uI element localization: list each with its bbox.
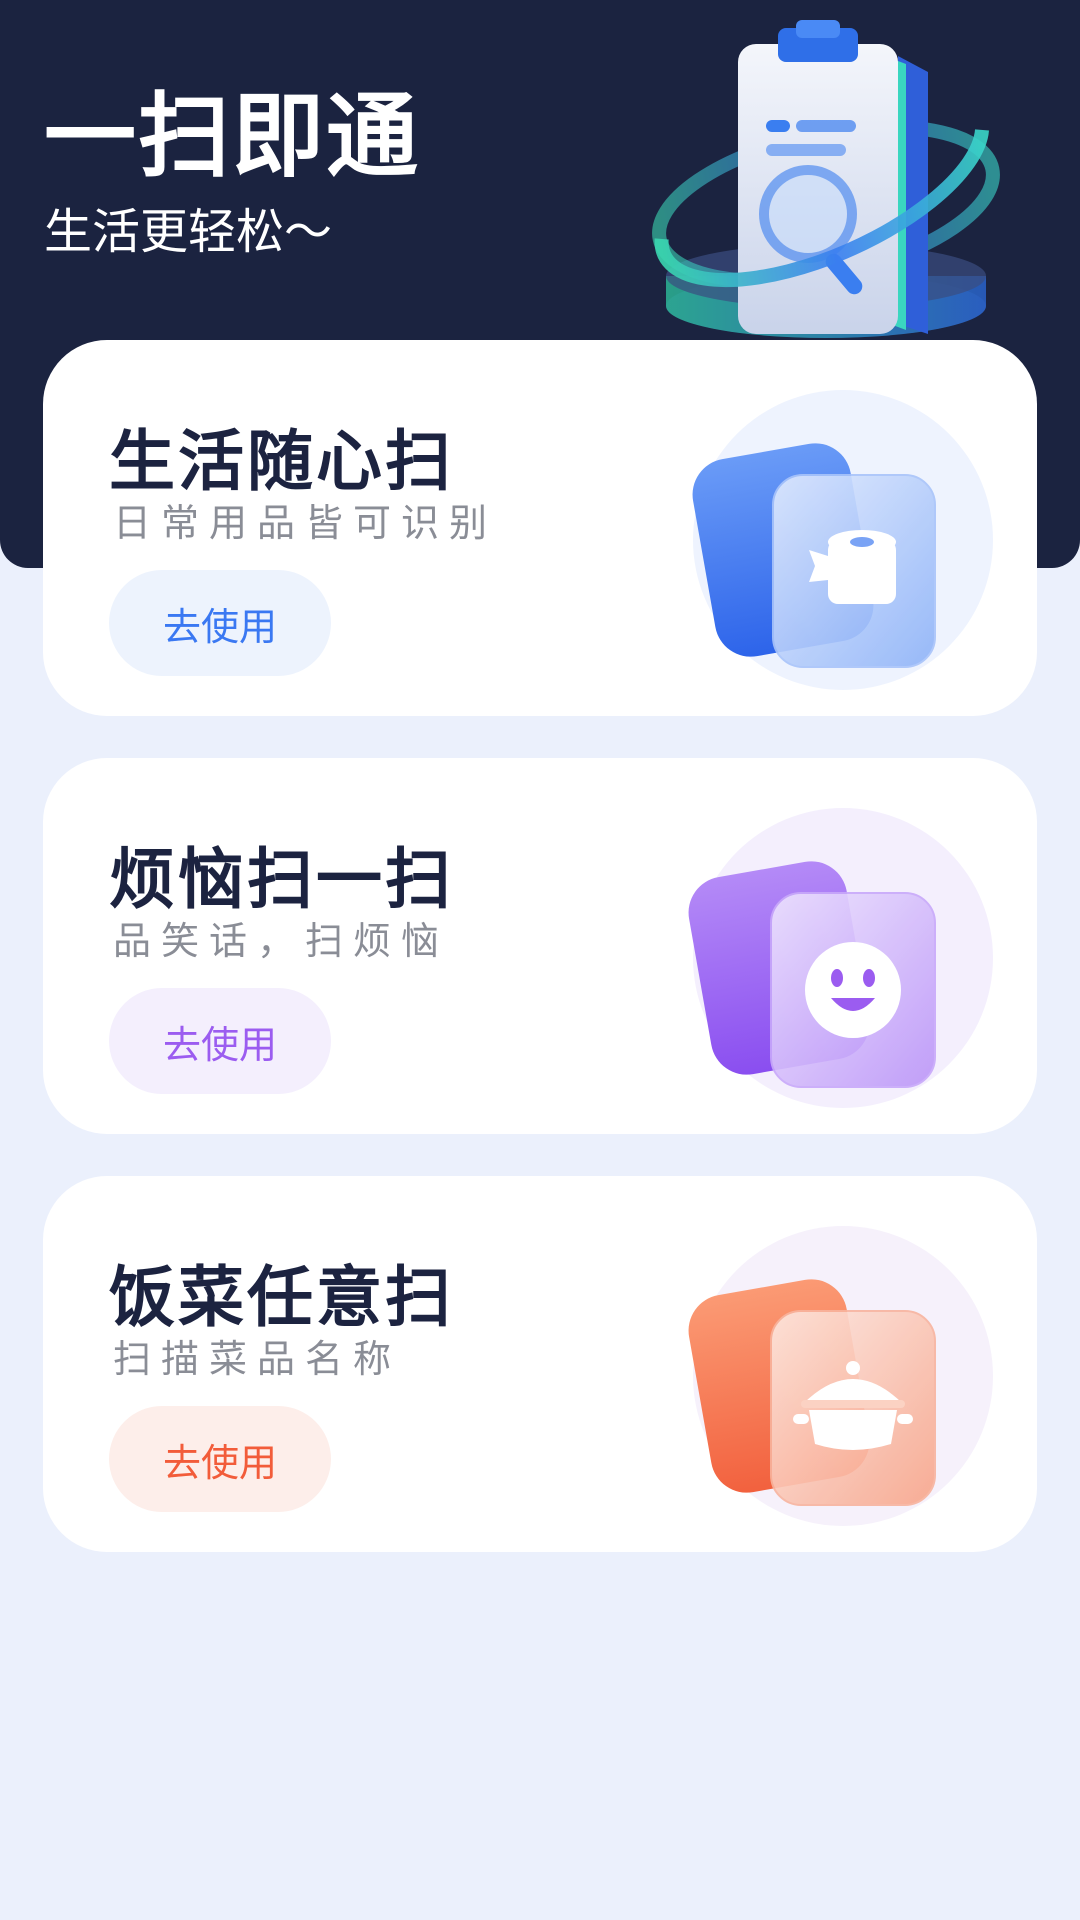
cooking-pot-icon <box>688 1226 993 1526</box>
card-description: 品笑话，扫烦恼 <box>113 919 450 963</box>
card-title: 饭菜任意扫 <box>109 1259 454 1336</box>
card-title: 生活随心扫 <box>109 423 454 500</box>
use-button-joke[interactable]: 去使用 <box>109 988 331 1094</box>
card-title: 烦恼扫一扫 <box>109 841 454 918</box>
card-description: 日常用品皆可识别 <box>113 501 498 545</box>
card-daily-scan: 生活随心扫 日常用品皆可识别 去使用 <box>43 340 1037 716</box>
page-title: 一扫即通 <box>44 83 421 190</box>
use-button-dish[interactable]: 去使用 <box>109 1406 331 1512</box>
clipboard-magnifier-icon <box>652 20 1000 338</box>
card-joke-scan: 烦恼扫一扫 品笑话，扫烦恼 去使用 <box>43 758 1037 1134</box>
card-description: 扫描菜品名称 <box>113 1337 402 1381</box>
use-button-daily[interactable]: 去使用 <box>109 570 331 676</box>
page-subtitle: 生活更轻松～ <box>44 204 333 260</box>
paper-roll-icon <box>692 390 993 690</box>
smiley-icon <box>688 808 993 1108</box>
card-dish-scan: 饭菜任意扫 扫描菜品名称 去使用 <box>43 1176 1037 1552</box>
